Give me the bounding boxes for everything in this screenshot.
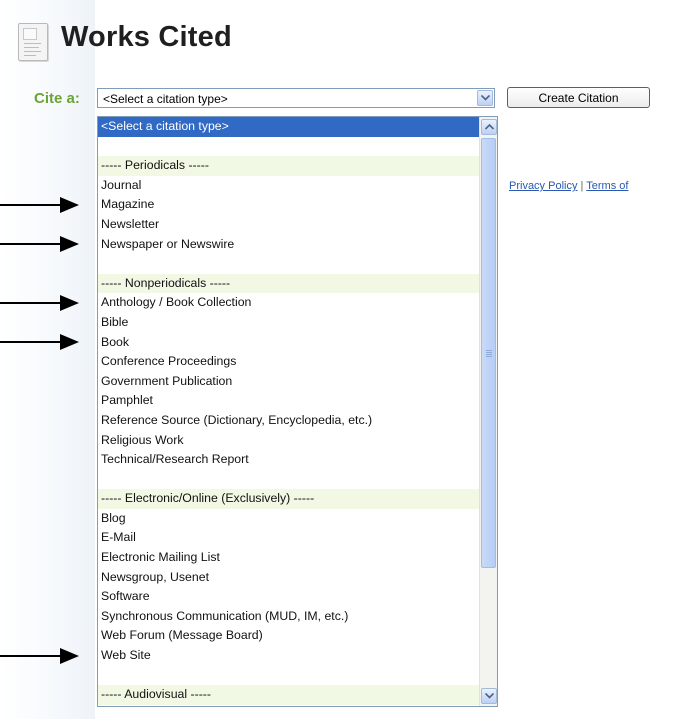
terms-link[interactable]: Terms of: [586, 180, 628, 192]
annotation-arrow-icon: [0, 334, 79, 351]
option-item[interactable]: Anthology / Book Collection: [98, 293, 479, 313]
option-group-header: ----- Nonperiodicals -----: [98, 273, 479, 294]
option-item[interactable]: Pamphlet: [98, 391, 479, 411]
option-blank: [98, 470, 479, 490]
citation-type-select-value: <Select a citation type>: [103, 92, 228, 106]
cite-label: Cite a:: [34, 90, 80, 107]
option-item[interactable]: Magazine: [98, 195, 479, 215]
option-item[interactable]: Newsgroup, Usenet: [98, 568, 479, 588]
option-item[interactable]: Journal: [98, 176, 479, 196]
page-title: Works Cited: [61, 21, 232, 53]
option-list: <Select a citation type> ----- Periodical…: [98, 117, 479, 705]
option-item[interactable]: Software: [98, 587, 479, 607]
option-item[interactable]: Technical/Research Report: [98, 450, 479, 470]
option-item[interactable]: Blog: [98, 509, 479, 529]
footer-links: Privacy Policy | Terms of: [509, 180, 628, 192]
option-group-header: ----- Electronic/Online (Exclusively) --…: [98, 489, 479, 509]
option-item[interactable]: Religious Work: [98, 431, 479, 451]
privacy-policy-link[interactable]: Privacy Policy: [509, 180, 577, 192]
citation-type-listbox[interactable]: <Select a citation type> ----- Periodical…: [97, 116, 498, 707]
option-item[interactable]: E-Mail: [98, 528, 479, 548]
option-item[interactable]: Bible: [98, 313, 479, 333]
option-item[interactable]: Reference Source (Dictionary, Encycloped…: [98, 411, 479, 431]
option-item[interactable]: Conference Proceedings: [98, 352, 479, 372]
option-item[interactable]: Web Site: [98, 646, 479, 666]
link-separator: |: [580, 180, 584, 192]
scrollbar-thumb[interactable]: [481, 138, 496, 568]
annotation-arrow-icon: [0, 236, 79, 253]
citation-type-select[interactable]: <Select a citation type>: [97, 88, 495, 108]
option-blank: [98, 254, 479, 274]
document-icon: [18, 23, 48, 61]
option-item[interactable]: Newsletter: [98, 215, 479, 235]
scrollbar[interactable]: [479, 117, 497, 706]
option-item[interactable]: Electronic Mailing List: [98, 548, 479, 568]
option-group-header: ----- Audiovisual -----: [98, 685, 479, 705]
annotation-arrow-icon: [0, 197, 79, 214]
annotation-arrow-icon: [0, 295, 79, 312]
option-item[interactable]: Government Publication: [98, 372, 479, 392]
option-item[interactable]: Synchronous Communication (MUD, IM, etc.…: [98, 607, 479, 627]
option-group-header: ----- Periodicals -----: [98, 156, 479, 176]
left-background-strip: [0, 0, 95, 719]
chevron-up-icon[interactable]: [481, 119, 497, 135]
annotation-arrow-icon: [0, 648, 79, 664]
option-blank: [98, 137, 479, 157]
chevron-down-icon[interactable]: [477, 90, 493, 106]
option-item[interactable]: Newspaper or Newswire: [98, 235, 479, 255]
option-item[interactable]: Web Forum (Message Board): [98, 626, 479, 646]
create-citation-button[interactable]: Create Citation: [507, 87, 650, 108]
option-blank: [98, 666, 479, 686]
option-item[interactable]: Book: [98, 333, 479, 353]
chevron-down-icon[interactable]: [481, 688, 497, 704]
option-item[interactable]: <Select a citation type>: [98, 117, 479, 137]
